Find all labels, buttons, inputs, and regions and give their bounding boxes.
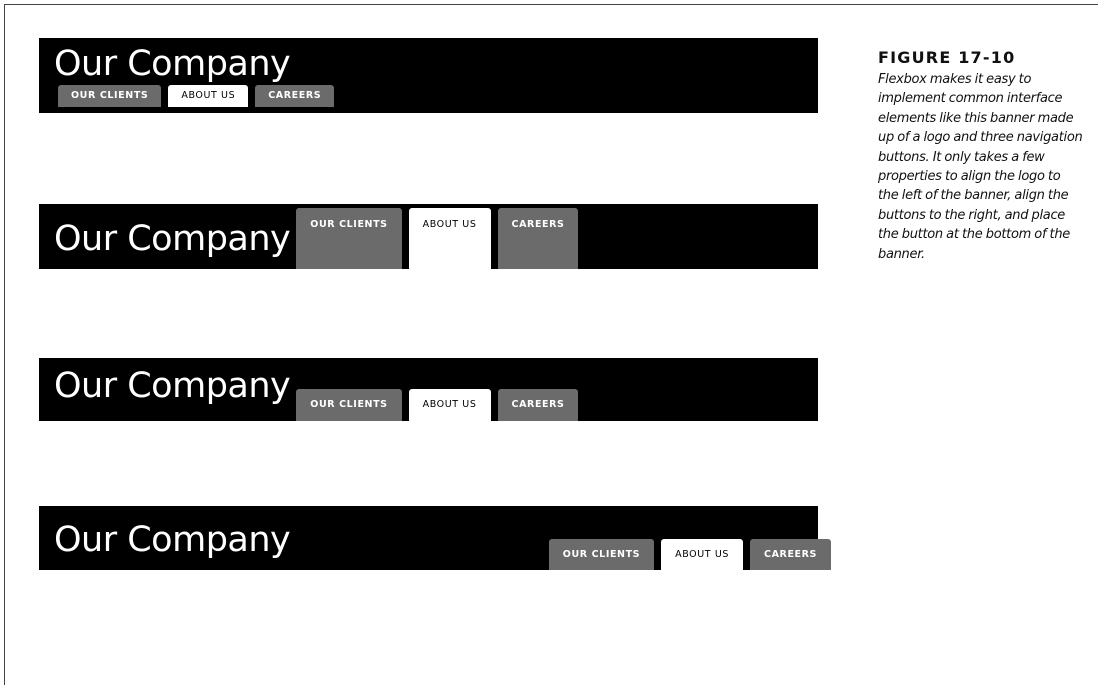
tab-careers[interactable]: CAREERS bbox=[497, 389, 579, 421]
company-logo[interactable]: Our Company bbox=[54, 222, 291, 257]
figure-caption: FIGURE 17-10 Flexbox makes it easy to im… bbox=[878, 48, 1083, 264]
tab-our-clients[interactable]: OUR CLIENTS bbox=[296, 208, 402, 269]
tab-careers[interactable]: CAREERS bbox=[750, 539, 831, 570]
tab-careers[interactable]: CAREERS bbox=[497, 208, 579, 269]
tab-about-us[interactable]: ABOUT US bbox=[408, 208, 491, 269]
tab-about-us[interactable]: ABOUT US bbox=[661, 539, 744, 570]
tab-careers[interactable]: CAREERS bbox=[255, 85, 335, 107]
banner-stacked: Our Company OUR CLIENTS ABOUT US CAREERS bbox=[39, 38, 818, 113]
page-frame-top bbox=[4, 4, 1098, 5]
tab-about-us[interactable]: ABOUT US bbox=[168, 85, 249, 107]
company-logo[interactable]: Our Company bbox=[54, 47, 818, 82]
nav-tabs: OUR CLIENTS ABOUT US CAREERS bbox=[296, 389, 579, 421]
nav-tabs: OUR CLIENTS ABOUT US CAREERS bbox=[296, 204, 579, 269]
tab-our-clients[interactable]: OUR CLIENTS bbox=[58, 85, 162, 107]
figure-description: Flexbox makes it easy to implement commo… bbox=[878, 72, 1083, 262]
company-logo[interactable]: Our Company bbox=[54, 523, 291, 558]
nav-tabs: OUR CLIENTS ABOUT US CAREERS bbox=[58, 85, 818, 107]
page-frame-left bbox=[4, 4, 5, 685]
company-logo[interactable]: Our Company bbox=[54, 369, 291, 404]
figure-label: FIGURE 17-10 bbox=[878, 48, 1016, 67]
banner-bottom-tabs: Our Company OUR CLIENTS ABOUT US CAREERS bbox=[39, 358, 818, 421]
tab-about-us[interactable]: ABOUT US bbox=[408, 389, 491, 421]
tab-our-clients[interactable]: OUR CLIENTS bbox=[296, 389, 402, 421]
banner-right-tabs: Our Company OUR CLIENTS ABOUT US CAREERS bbox=[39, 506, 831, 570]
banner-stretched-tabs: Our Company OUR CLIENTS ABOUT US CAREERS bbox=[39, 204, 818, 269]
nav-tabs: OUR CLIENTS ABOUT US CAREERS bbox=[548, 539, 831, 570]
tab-our-clients[interactable]: OUR CLIENTS bbox=[548, 539, 655, 570]
